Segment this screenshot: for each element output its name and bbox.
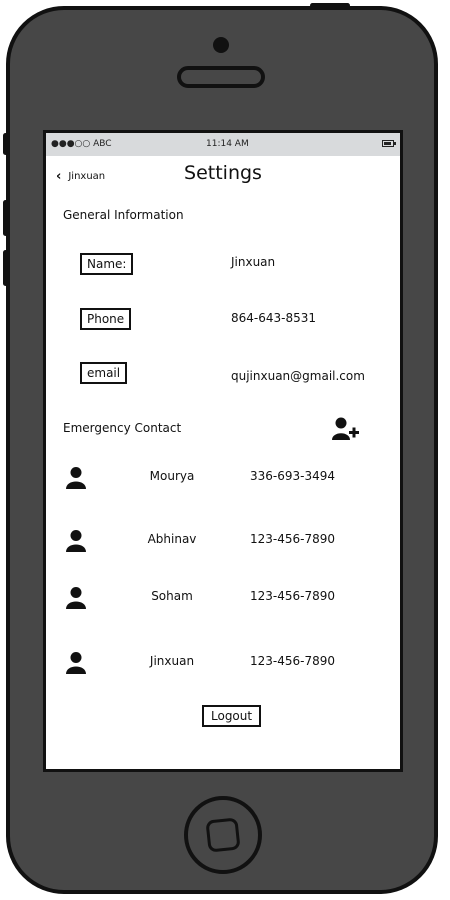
- user-icon: [66, 467, 86, 489]
- signal-carrier: ●●●○○ ABC: [51, 139, 112, 149]
- contact-row[interactable]: Soham 123-456-7890: [46, 586, 400, 616]
- contact-row[interactable]: Mourya 336-693-3494: [46, 466, 400, 496]
- status-bar: ●●●○○ ABC 11:14 AM: [46, 133, 400, 156]
- volume-up-button: [3, 200, 8, 236]
- user-icon: [66, 652, 86, 674]
- name-value[interactable]: Jinxuan: [231, 255, 275, 269]
- contact-name: Mourya: [149, 469, 195, 483]
- status-time: 11:14 AM: [206, 139, 249, 149]
- contact-name: Jinxuan: [149, 654, 195, 668]
- mute-switch: [3, 133, 8, 155]
- volume-down-button: [3, 250, 8, 286]
- general-information-heading: General Information: [63, 208, 184, 222]
- add-user-icon[interactable]: [332, 416, 360, 442]
- page-title: Settings: [184, 162, 262, 184]
- home-button-square-icon: [205, 817, 241, 853]
- phone-label: Phone: [80, 308, 132, 330]
- contact-name: Soham: [151, 589, 193, 603]
- contact-row[interactable]: Jinxuan 123-456-7890: [46, 651, 400, 681]
- logout-button[interactable]: Logout: [202, 705, 262, 727]
- home-button[interactable]: [184, 796, 262, 874]
- contact-name: Abhinav: [147, 532, 197, 546]
- contact-phone: 123-456-7890: [250, 654, 336, 668]
- contact-phone: 123-456-7890: [250, 532, 336, 546]
- emergency-contact-heading: Emergency Contact: [63, 421, 182, 435]
- email-label: email: [80, 362, 128, 384]
- front-camera: [213, 37, 229, 53]
- power-button: [310, 3, 350, 8]
- earpiece-speaker: [177, 66, 265, 88]
- email-value[interactable]: qujinxuan@gmail.com: [231, 369, 365, 383]
- contact-phone: 123-456-7890: [250, 589, 336, 603]
- user-icon: [66, 530, 86, 552]
- phone-screen: ●●●○○ ABC 11:14 AM ‹ Jinxuan Settings Ge…: [43, 130, 403, 772]
- phone-value[interactable]: 864-643-8531: [231, 311, 316, 325]
- user-icon: [66, 587, 86, 609]
- contact-phone: 336-693-3494: [250, 469, 336, 483]
- name-label: Name:: [80, 253, 134, 275]
- contact-row[interactable]: Abhinav 123-456-7890: [46, 529, 400, 559]
- battery-icon: [382, 140, 396, 147]
